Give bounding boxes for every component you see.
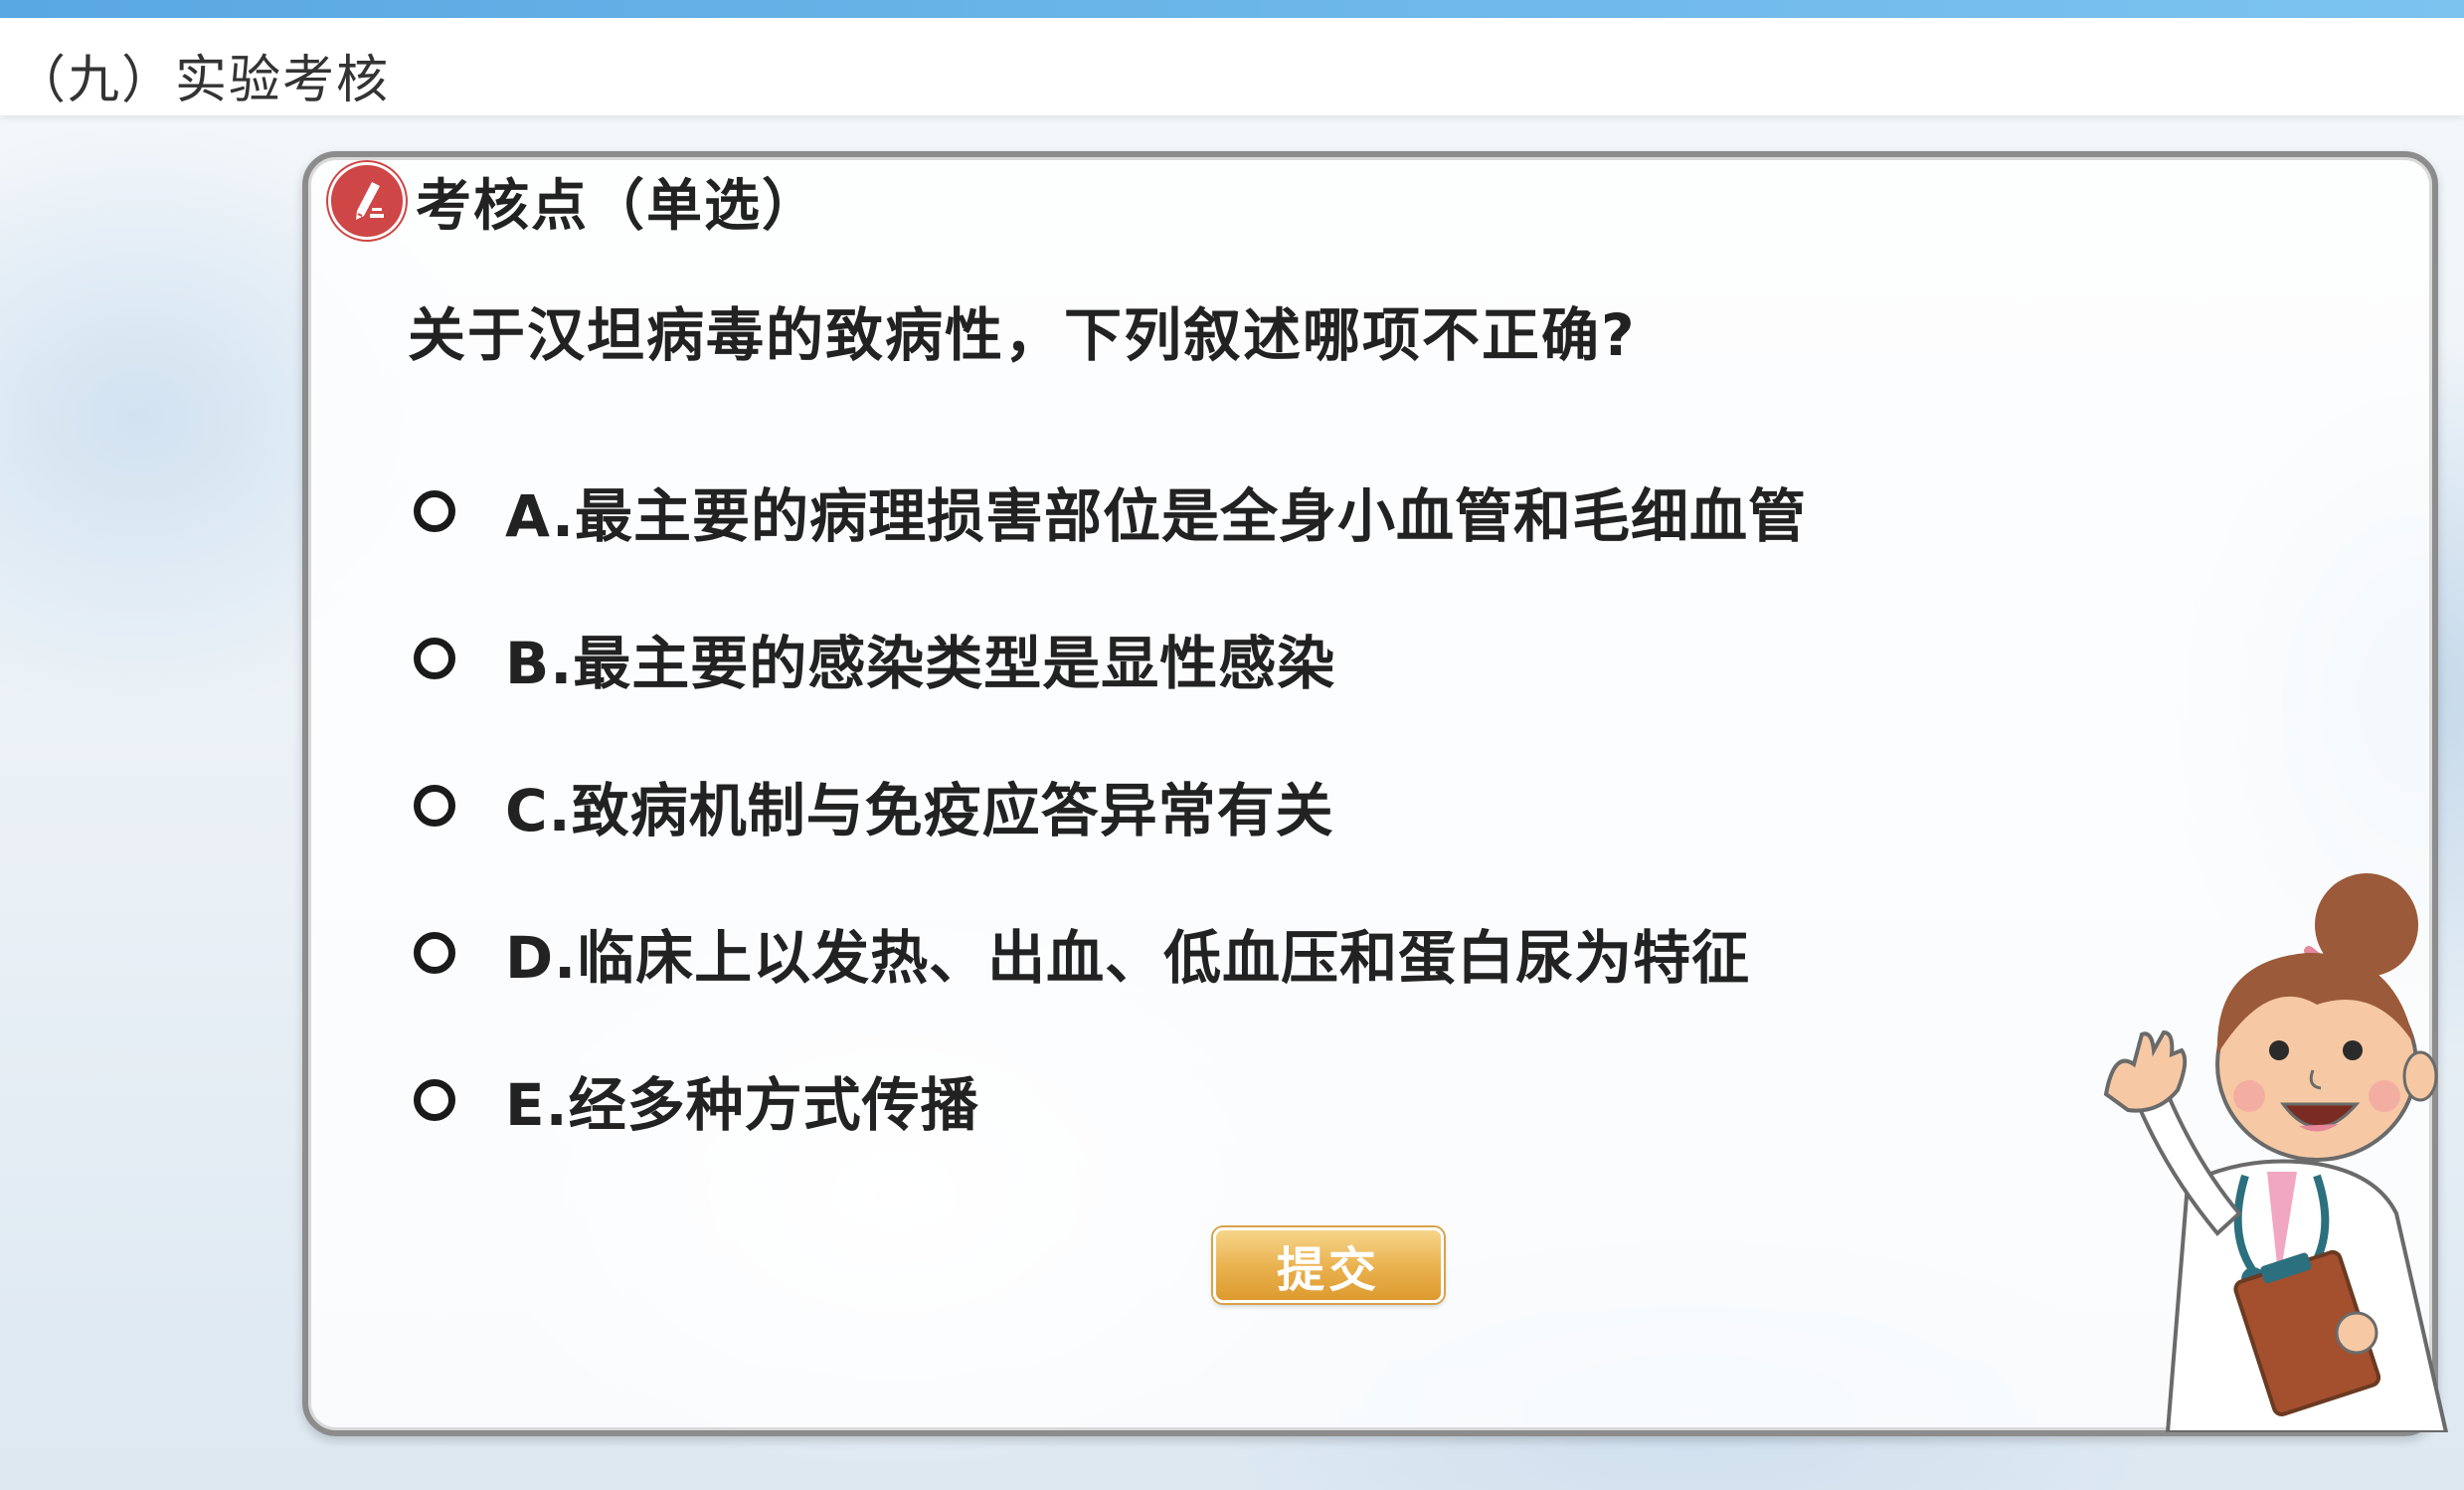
radio-button[interactable] bbox=[414, 638, 455, 679]
header-bar: （九）实验考核 bbox=[0, 18, 2464, 115]
question-text: 关于汉坦病毒的致病性，下列叙述哪项不正确? bbox=[408, 301, 1637, 369]
radio-button[interactable] bbox=[414, 1079, 455, 1121]
option-label: E.经多种方式传播 bbox=[505, 1071, 979, 1139]
pen-icon bbox=[328, 162, 406, 240]
option-label: C.致病机制与免疫应答异常有关 bbox=[505, 777, 1334, 844]
card-header: 考核点（单选） bbox=[328, 161, 819, 241]
radio-button[interactable] bbox=[414, 932, 455, 974]
option-b[interactable]: B.最主要的感染类型是显性感染 bbox=[414, 585, 1807, 732]
card-title: 考核点（单选） bbox=[416, 173, 819, 239]
option-label: A.最主要的病理损害部位是全身小血管和毛细血管 bbox=[505, 482, 1807, 550]
option-d[interactable]: D.临床上以发热、出血、低血压和蛋白尿为特征 bbox=[414, 879, 1807, 1026]
option-e[interactable]: E.经多种方式传播 bbox=[414, 1026, 1807, 1174]
option-c[interactable]: C.致病机制与免疫应答异常有关 bbox=[414, 732, 1807, 879]
option-a[interactable]: A.最主要的病理损害部位是全身小血管和毛细血管 bbox=[414, 438, 1807, 585]
options-list: A.最主要的病理损害部位是全身小血管和毛细血管 B.最主要的感染类型是显性感染 … bbox=[414, 438, 1807, 1174]
radio-button[interactable] bbox=[414, 785, 455, 827]
top-accent-bar bbox=[0, 0, 2464, 18]
radio-button[interactable] bbox=[414, 490, 455, 532]
doctor-illustration bbox=[2103, 873, 2449, 1432]
option-label: D.临床上以发热、出血、低血压和蛋白尿为特征 bbox=[505, 924, 1751, 992]
submit-button[interactable]: 提交 bbox=[1213, 1227, 1444, 1303]
option-label: B.最主要的感染类型是显性感染 bbox=[505, 630, 1336, 697]
page-title: （九）实验考核 bbox=[14, 51, 391, 110]
